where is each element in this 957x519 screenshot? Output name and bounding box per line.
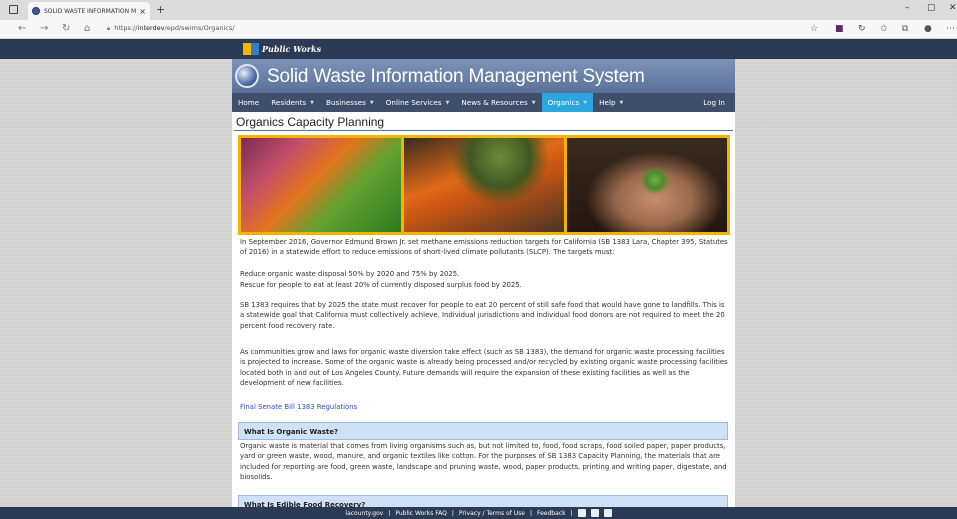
address-bar: ← → ↻ ⌂ 🔒︎ https://interdev/epd/swims/Org… <box>0 20 957 39</box>
footer-separator: | <box>570 509 573 517</box>
home-icon[interactable]: ⌂ <box>84 23 90 34</box>
url-host: interdev <box>137 24 165 32</box>
chevron-down-icon: ▼ <box>583 99 588 106</box>
target-2: Rescue for people to eat at least 20% of… <box>240 281 522 289</box>
chevron-down-icon: ▼ <box>531 99 536 106</box>
tab-actions-icon[interactable] <box>9 5 18 14</box>
browser-tab-bar: SOLID WASTE INFORMATION M × + – ▢ ✕ <box>0 0 957 20</box>
footer-link-faq[interactable]: Public Works FAQ <box>395 510 447 517</box>
refresh-icon[interactable]: ↻ <box>62 23 70 34</box>
menu-item-news-resources[interactable]: News & Resources ▼ <box>455 93 541 112</box>
menu-item-label: Residents <box>271 98 307 107</box>
collections-icon[interactable]: ⧉ <box>902 24 908 34</box>
footer-link-privacy[interactable]: Privacy / Terms of Use <box>459 510 525 517</box>
lock-icon: 🔒︎ <box>107 25 111 32</box>
login-link[interactable]: Log In <box>703 93 725 112</box>
new-tab-icon[interactable]: + <box>156 3 165 16</box>
globe-logo-icon <box>235 64 259 88</box>
sb1383-paragraph: SB 1383 requires that by 2025 the state … <box>240 301 725 330</box>
browser-tab[interactable]: SOLID WASTE INFORMATION M × <box>28 2 150 20</box>
footer-separator: | <box>451 509 454 517</box>
section-header-food-recovery[interactable]: What Is Edible Food Recovery? <box>238 495 728 507</box>
site-favicon-icon <box>32 7 40 15</box>
close-window-icon[interactable]: ✕ <box>949 3 957 13</box>
footer-separator: | <box>388 509 391 517</box>
site-top-bar <box>0 39 957 59</box>
intro-paragraph: In September 2016, Governor Edmund Brown… <box>240 238 728 257</box>
seedling-image <box>567 138 727 232</box>
demand-paragraph: As communities grow and laws for organic… <box>240 348 728 388</box>
main-menu: Home Residents ▼ Businesses ▼ Online Services… <box>232 93 735 112</box>
twitter-icon[interactable] <box>577 509 586 517</box>
logo-text: Public Works <box>262 43 322 54</box>
footer-link-feedback[interactable]: Feedback <box>537 510 566 517</box>
menu-item-label: Organics <box>547 98 580 107</box>
url-path: /epd/swims/Organics/ <box>164 24 235 32</box>
menu-item-label: Online Services <box>385 98 442 107</box>
menu-item-businesses[interactable]: Businesses ▼ <box>320 93 380 112</box>
chevron-down-icon: ▼ <box>445 99 450 106</box>
menu-item-organics[interactable]: Organics ▼ <box>541 93 594 112</box>
refresh-extension-icon[interactable]: ↻ <box>858 24 866 34</box>
more-icon[interactable]: ⋯ <box>946 24 955 34</box>
menu-item-label: Help <box>599 98 616 107</box>
tab-close-icon[interactable]: × <box>139 7 146 16</box>
footer-separator: | <box>529 509 532 517</box>
menu-item-home[interactable]: Home <box>232 93 265 112</box>
vegetables-image <box>241 138 401 232</box>
extension-icon[interactable]: ■ <box>835 24 844 34</box>
url-prefix: https:// <box>114 24 138 32</box>
forward-icon[interactable]: → <box>40 23 48 34</box>
organic-waste-text: Organic waste is material that comes fro… <box>240 442 727 482</box>
rss-icon[interactable] <box>590 509 599 517</box>
site-title: Solid Waste Information Management Syste… <box>267 66 645 87</box>
menu-item-residents[interactable]: Residents ▼ <box>265 93 320 112</box>
profile-icon[interactable]: ● <box>924 24 932 34</box>
chevron-down-icon: ▼ <box>310 99 315 106</box>
page-title: Organics Capacity Planning <box>236 115 385 129</box>
menu-item-help[interactable]: Help ▼ <box>593 93 629 112</box>
public-works-logo[interactable]: Public Works <box>243 41 321 56</box>
favorites-icon[interactable]: ✩ <box>880 24 888 34</box>
public-works-mark-icon <box>243 42 259 55</box>
menu-item-label: Home <box>238 98 260 107</box>
site-footer: lacounty.gov | Public Works FAQ | Privac… <box>0 507 957 519</box>
tab-title: SOLID WASTE INFORMATION M <box>44 7 137 15</box>
title-divider <box>234 130 733 131</box>
minimize-icon[interactable]: – <box>905 3 910 13</box>
maximize-icon[interactable]: ▢ <box>927 3 936 13</box>
target-1: Reduce organic waste disposal 50% by 202… <box>240 270 460 278</box>
menu-item-online-services[interactable]: Online Services ▼ <box>380 93 456 112</box>
section-header-organic-waste[interactable]: What Is Organic Waste? <box>238 422 728 440</box>
share-icon[interactable] <box>603 509 612 517</box>
banner-images <box>238 135 730 235</box>
url-field[interactable]: 🔒︎ https://interdev/epd/swims/Organics/ <box>107 24 234 33</box>
reading-view-icon[interactable]: ☆ <box>810 24 818 34</box>
carrots-image <box>404 138 564 232</box>
footer-link-lacounty[interactable]: lacounty.gov <box>345 510 383 517</box>
main-content: Organics Capacity Planning In September … <box>232 112 735 507</box>
regulations-link[interactable]: Final Senate Bill 1383 Regulations <box>240 402 728 412</box>
chevron-down-icon: ▼ <box>619 99 624 106</box>
chevron-down-icon: ▼ <box>369 99 374 106</box>
menu-item-label: News & Resources <box>461 98 528 107</box>
back-icon[interactable]: ← <box>18 23 26 34</box>
menu-item-label: Businesses <box>326 98 366 107</box>
